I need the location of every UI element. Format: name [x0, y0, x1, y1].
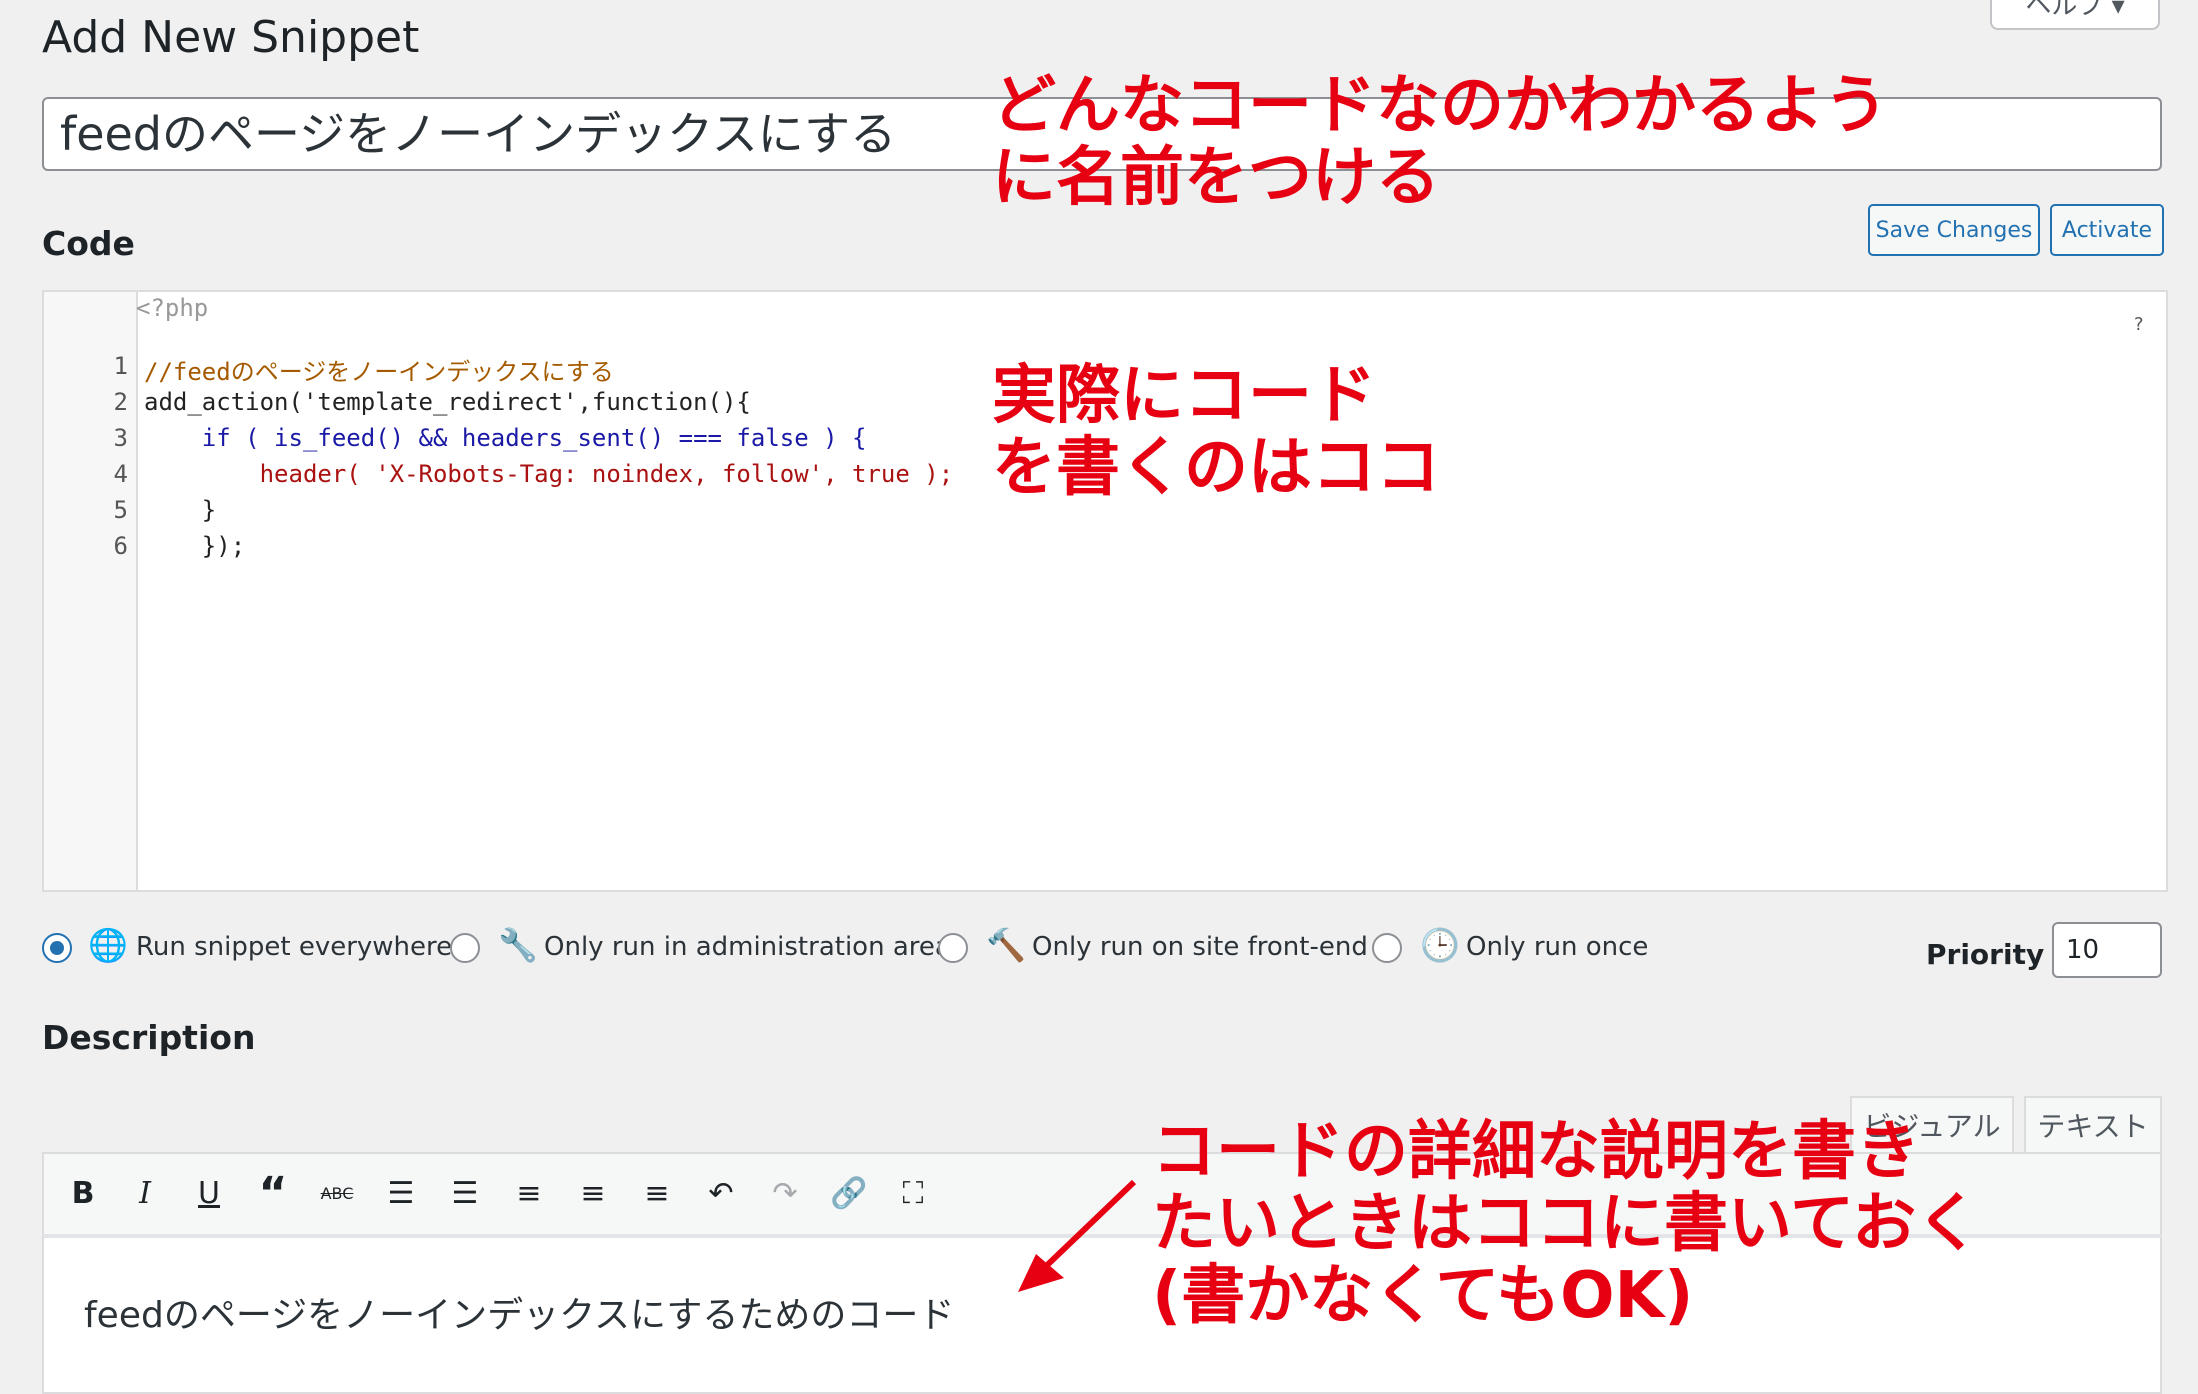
- code-line: });: [144, 532, 246, 560]
- blockquote-icon[interactable]: “: [250, 1168, 296, 1219]
- scope-frontend-radio[interactable]: [938, 933, 968, 963]
- php-open-tag: <?php: [136, 294, 209, 322]
- description-section-label: Description: [42, 1018, 256, 1057]
- wrench-icon: 🔧: [498, 926, 538, 964]
- priority-label: Priority: [1926, 938, 2045, 971]
- scope-admin-radio[interactable]: [450, 933, 480, 963]
- code-line: }: [144, 496, 217, 524]
- code-line: add_action('template_redirect',function(…: [144, 388, 751, 416]
- tab-text[interactable]: テキスト: [2024, 1096, 2162, 1152]
- annotation-arrow-icon: [1018, 1179, 1137, 1292]
- desc-note-line1: コードの詳細な説明を書き: [1152, 1115, 1920, 1189]
- link-icon[interactable]: 🔗: [826, 1170, 872, 1216]
- line-number: 5: [113, 496, 128, 524]
- numbered-list-icon[interactable]: ☰: [442, 1170, 488, 1216]
- scope-admin-label: Only run in administration area: [544, 932, 951, 962]
- name-note-line1: どんなコードなのかわかるよう: [992, 69, 1888, 143]
- code-note-line2: を書くのはココ: [992, 431, 1440, 505]
- priority-input[interactable]: 10: [2052, 922, 2162, 978]
- scope-everywhere-radio[interactable]: [42, 933, 72, 963]
- strikethrough-icon[interactable]: ABC: [314, 1170, 360, 1216]
- globe-icon: 🌐: [88, 926, 128, 964]
- line-number: 3: [113, 424, 128, 452]
- align-right-icon[interactable]: ≡: [634, 1170, 680, 1216]
- help-button[interactable]: ヘルプ ▾: [1990, 0, 2160, 30]
- code-note-line1: 実際にコード: [992, 359, 1376, 433]
- align-left-icon[interactable]: ≡: [506, 1170, 552, 1216]
- desc-note-line3: (書かなくてもOK): [1152, 1259, 1694, 1333]
- code-section-label: Code: [42, 224, 135, 263]
- line-number: 2: [113, 388, 128, 416]
- line-gutter: [44, 292, 138, 890]
- page-title: Add New Snippet: [42, 12, 420, 63]
- code-line: header( 'X-Robots-Tag: noindex, follow',…: [144, 460, 954, 488]
- align-center-icon[interactable]: ≡: [570, 1170, 616, 1216]
- code-help-icon[interactable]: ?: [2134, 314, 2144, 335]
- underline-icon[interactable]: U: [186, 1170, 232, 1216]
- scope-everywhere-label: Run snippet everywhere: [136, 932, 453, 962]
- scope-frontend-label: Only run on site front-end: [1032, 932, 1368, 962]
- hammer-icon: 🔨: [986, 926, 1026, 964]
- italic-icon[interactable]: I: [122, 1170, 168, 1216]
- activate-button[interactable]: Activate: [2050, 204, 2164, 256]
- line-number: 6: [113, 532, 128, 560]
- clock-icon: 🕒: [1420, 926, 1460, 964]
- bullet-list-icon[interactable]: ☰: [378, 1170, 424, 1216]
- scope-once-radio[interactable]: [1372, 933, 1402, 963]
- scope-once-label: Only run once: [1466, 932, 1649, 962]
- fullscreen-icon[interactable]: ⛶: [890, 1170, 936, 1216]
- description-text: feedのページをノーインデックスにするためのコード: [84, 1295, 955, 1336]
- save-changes-button[interactable]: Save Changes: [1868, 204, 2040, 256]
- code-line: if ( is_feed() && headers_sent() === fal…: [144, 424, 867, 452]
- redo-icon[interactable]: ↷: [762, 1170, 808, 1216]
- line-number: 4: [113, 460, 128, 488]
- line-number: 1: [113, 352, 128, 380]
- code-line: //feedのページをノーインデックスにする: [144, 358, 614, 386]
- desc-note-line2: たいときはココに書いておく: [1152, 1187, 1981, 1261]
- bold-icon[interactable]: B: [60, 1170, 106, 1216]
- undo-icon[interactable]: ↶: [698, 1170, 744, 1216]
- name-note-line2: に名前をつける: [992, 141, 1440, 215]
